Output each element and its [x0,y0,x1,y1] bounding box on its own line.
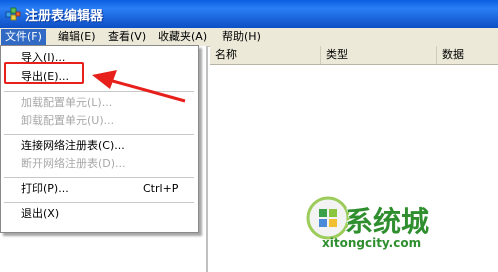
watermark-text: 系统城 [345,205,430,238]
watermark-url: xitongcity.com [322,236,422,250]
